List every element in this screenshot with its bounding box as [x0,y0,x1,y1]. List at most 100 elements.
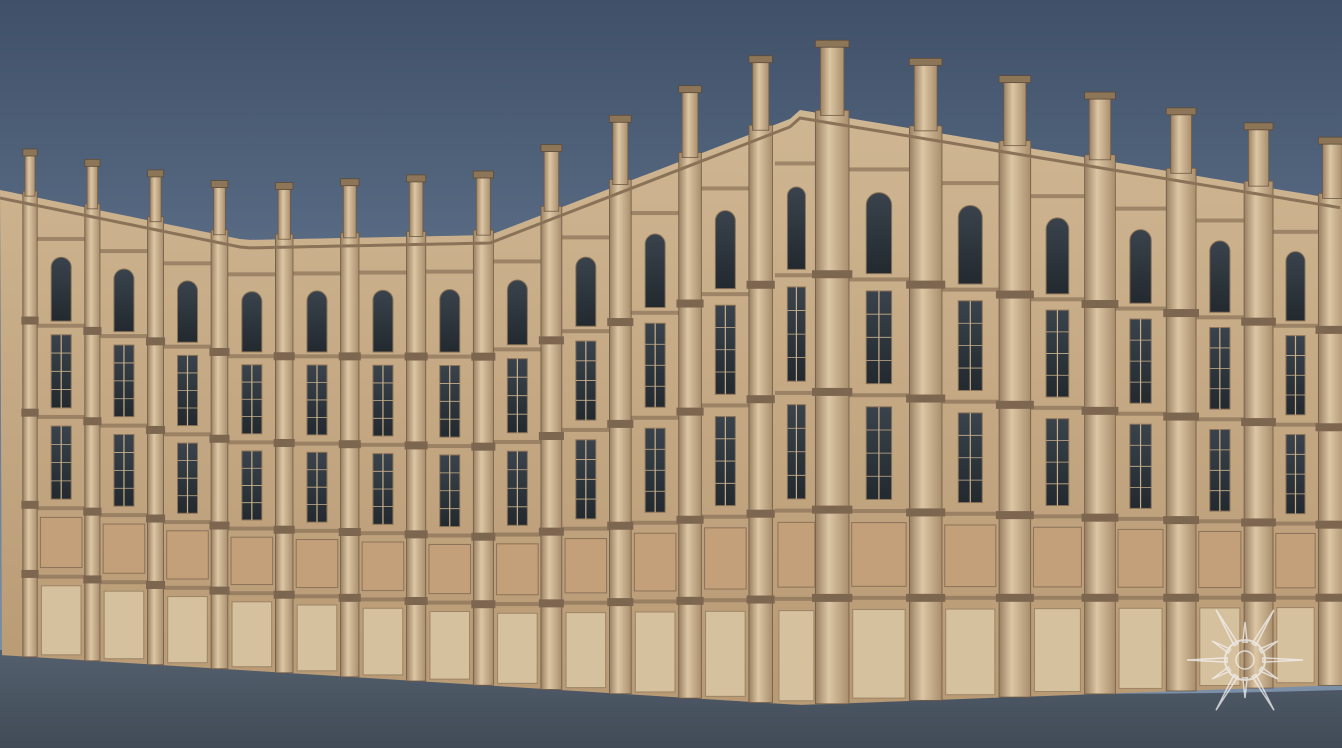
cornice-line [562,329,610,334]
pilaster [906,57,946,701]
cornice-line [293,441,341,446]
chimney-finial [342,184,357,239]
pilaster-shaft [1084,154,1116,695]
cornice-line [100,334,148,339]
cornice-line [1115,206,1167,211]
pilaster-capital [209,434,230,443]
carved-panel [777,521,816,588]
finial-cap [1243,122,1274,131]
base-block [1033,608,1081,693]
pilaster-capital [607,318,634,327]
pilaster-shaft [275,233,294,674]
arched-window [372,289,394,353]
pilaster-capital [338,352,361,361]
cornice-line [163,261,212,266]
cornice-line [1272,595,1319,600]
cornice-line [562,526,610,531]
pilaster [1163,107,1200,692]
pilaster-capital [1241,418,1276,427]
cornice-line [228,272,276,277]
pilaster-capital [21,500,39,509]
cornice-line [941,287,999,292]
base-block [167,596,208,664]
cornice-line [1195,595,1244,600]
cornice-line [1115,516,1167,521]
pilaster-capital [906,508,946,517]
arched-window [865,192,893,275]
carved-panel [361,541,405,592]
cornice-line [701,403,750,408]
cornice-line [1115,595,1167,600]
arched-window [177,280,198,343]
pilaster [145,169,166,666]
cornice-line [100,513,148,518]
pilaster-capital [1163,412,1200,421]
cornice-line [1030,194,1085,199]
pilaster-capital [209,521,230,530]
arched-window [50,256,72,322]
base-block [565,612,607,689]
arched-window [957,205,983,285]
pilaster-capital [145,580,166,589]
pilaster-capital [676,596,704,605]
pilaster-capital [404,352,428,361]
arched-window [714,210,736,290]
base-block [634,611,676,693]
chimney-finial [213,186,226,236]
cornice-line [493,347,542,352]
cornice-line [425,354,474,359]
cornice-line [941,181,999,186]
pilaster-capital [538,599,564,608]
cornice-line [37,236,85,241]
pilaster-capital [1315,593,1342,602]
pilaster-capital [404,530,428,539]
chimney-finial [752,61,770,131]
finial-cap [275,182,294,190]
chimney-finial [277,188,291,240]
pilaster-capital [538,432,564,441]
base-block [296,604,338,672]
chimney-finial [1322,142,1342,199]
finial-cap [210,180,229,188]
chimney-finial [1003,81,1027,147]
cornice-line [163,432,212,437]
cornice-line [493,259,542,264]
pilaster-shaft [1243,180,1274,689]
cornice-line [163,344,212,349]
pilaster-shaft [1165,167,1197,692]
chimney-finial [681,91,699,158]
pilaster-capital [83,507,102,516]
pilaster-capital [21,569,39,578]
pilaster [404,174,428,682]
pilaster [83,158,102,662]
pilaster [746,55,775,703]
arched-window [1285,251,1306,322]
cornice-line [293,271,341,276]
cornice-line [100,249,148,254]
arched-window [1045,217,1070,295]
pilaster [1081,91,1119,695]
cornice-line [774,596,818,601]
pilaster-shaft [472,229,494,686]
pilaster-capital [746,509,775,518]
chimney-finial [1088,97,1112,161]
carved-panel [102,523,146,574]
pilaster-capital [538,336,564,345]
cornice-line [100,423,148,428]
cornice-line [941,595,999,600]
pilaster-capital [746,595,775,604]
pilaster-capital [746,280,775,289]
cornice-line [163,520,212,525]
carved-panel [1275,532,1316,589]
cornice-line [1030,514,1085,519]
pilaster-capital [906,280,946,289]
cornice-line [941,511,999,516]
pilaster-capital [676,299,704,308]
cornice-line [631,310,679,315]
finial-cap [147,169,164,178]
pilaster-shaft [340,232,360,678]
pilaster [338,178,361,678]
cornice-line [1272,521,1319,526]
pilaster-capital [21,408,39,417]
finial-cap [678,85,702,94]
